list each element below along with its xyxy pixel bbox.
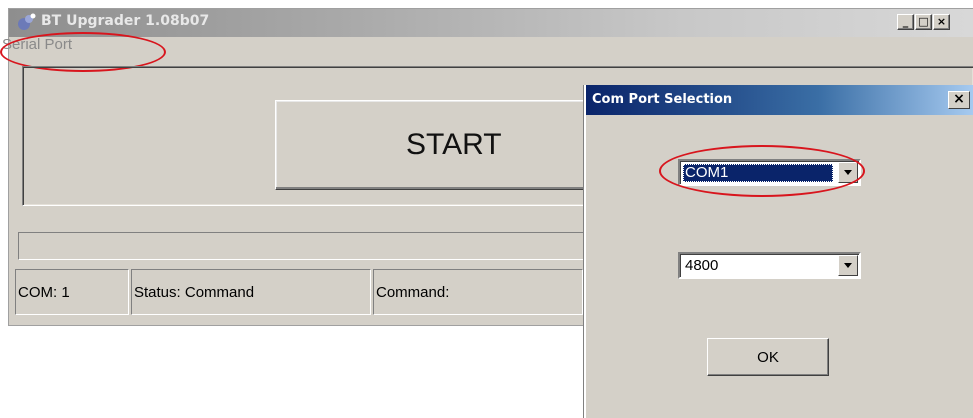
dialog-close-button[interactable]: × bbox=[948, 91, 970, 109]
com-port-value: COM1 bbox=[683, 164, 833, 182]
ok-button-label: OK bbox=[757, 348, 779, 366]
start-button-label: START bbox=[406, 128, 502, 161]
status-command-text: Command: bbox=[376, 284, 450, 301]
baud-rate-dropdown-button[interactable] bbox=[838, 255, 858, 276]
close-button[interactable]: × bbox=[933, 14, 950, 30]
menu-serial-port[interactable]: Serial Port bbox=[2, 36, 72, 53]
chevron-down-icon bbox=[844, 170, 852, 175]
start-button[interactable]: START bbox=[275, 100, 595, 190]
com-port-dropdown-button[interactable] bbox=[838, 162, 858, 183]
maximize-button[interactable]: □ bbox=[915, 14, 932, 30]
baud-rate-value: 4800 bbox=[685, 257, 719, 274]
status-pane-status: Status: Command bbox=[131, 269, 371, 315]
ok-button[interactable]: OK bbox=[707, 338, 829, 376]
main-window-title: BT Upgrader 1.08b07 bbox=[41, 13, 210, 29]
com-port-select[interactable]: COM1 bbox=[678, 159, 861, 186]
main-title-bar[interactable]: BT Upgrader 1.08b07 _ □ × bbox=[9, 9, 973, 37]
baud-rate-select[interactable]: 4800 bbox=[678, 252, 861, 279]
dialog-title: Com Port Selection bbox=[592, 92, 733, 107]
minimize-button[interactable]: _ bbox=[897, 14, 914, 30]
status-status-text: Status: Command bbox=[134, 284, 255, 301]
chevron-down-icon bbox=[844, 263, 852, 268]
app-icon bbox=[18, 13, 36, 30]
status-com-text: COM: 1 bbox=[18, 284, 70, 301]
status-pane-command: Command: bbox=[373, 269, 583, 315]
status-pane-com: COM: 1 bbox=[15, 269, 129, 315]
dialog-title-bar[interactable]: Com Port Selection × bbox=[586, 85, 973, 115]
